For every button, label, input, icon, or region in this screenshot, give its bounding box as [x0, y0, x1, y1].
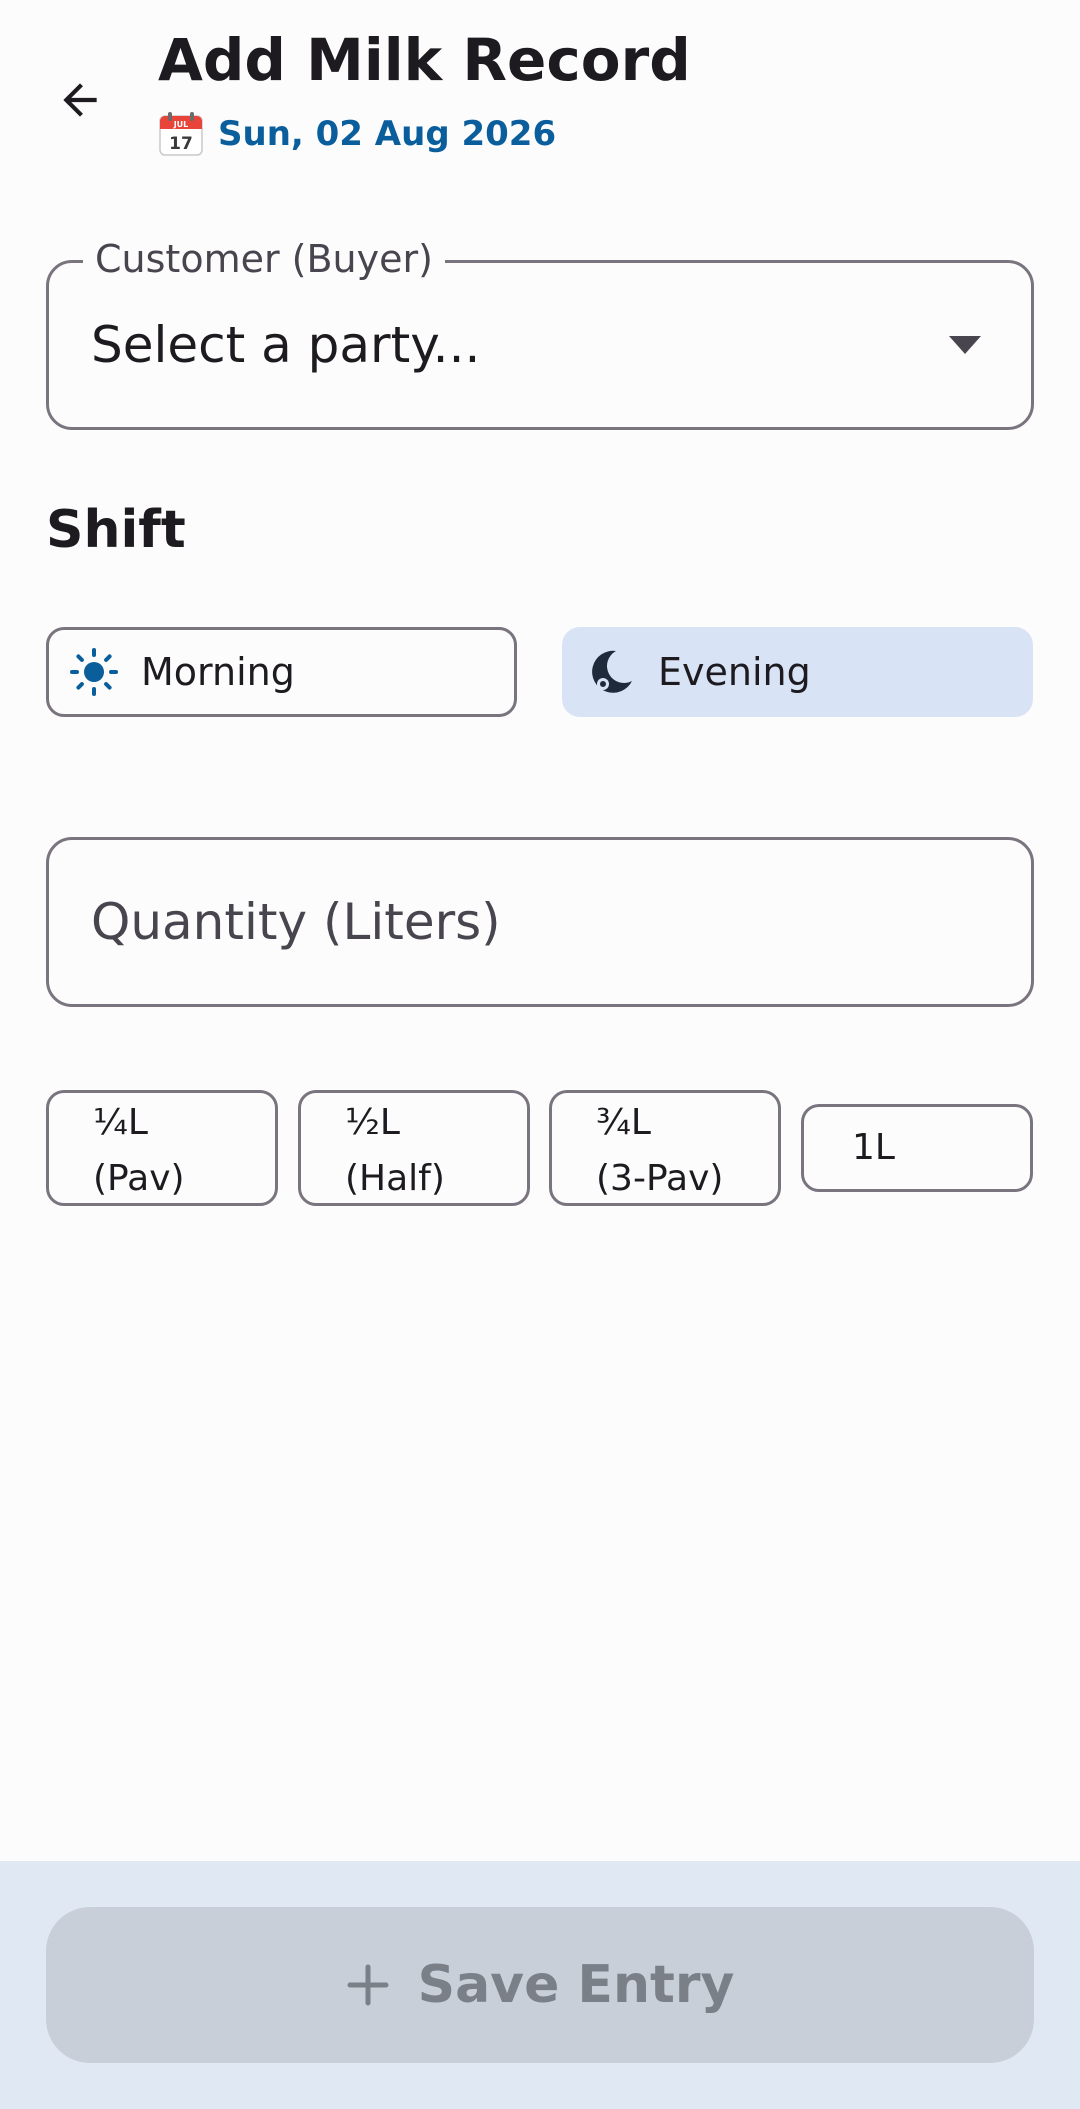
plus-icon [347, 1964, 389, 2006]
selected-date[interactable]: Sun, 02 Aug 2026 [218, 114, 556, 154]
moon-icon [592, 650, 632, 693]
preset-caption: (3-Pav) [596, 1158, 724, 1199]
save-entry-label: Save Entry [417, 1955, 735, 2015]
preset-three-quarter-liter-button[interactable]: ¾L (3-Pav) [549, 1090, 781, 1206]
calendar-icon: JUL 17 [159, 112, 203, 156]
sun-icon [70, 648, 118, 696]
dropdown-arrow-icon [949, 336, 981, 354]
back-button[interactable] [40, 60, 120, 140]
preset-caption: (Pav) [93, 1158, 185, 1199]
shift-evening-button[interactable]: Evening [562, 627, 1033, 717]
shift-morning-label: Morning [141, 650, 295, 694]
date-row: JUL 17 Sun, 02 Aug 2026 [158, 110, 556, 158]
calendar-month: JUL [173, 120, 189, 129]
shift-title: Shift [46, 500, 186, 560]
calendar-day: 17 [169, 134, 193, 154]
customer-value: Select a party... [91, 316, 481, 374]
preset-amount: ¾L [596, 1102, 651, 1143]
shift-evening-label: Evening [658, 650, 811, 694]
preset-quarter-liter-button[interactable]: ¼L (Pav) [46, 1090, 278, 1206]
shift-morning-button[interactable]: Morning [46, 627, 517, 717]
customer-label: Customer (Buyer) [83, 237, 445, 281]
preset-half-liter-button[interactable]: ½L (Half) [298, 1090, 530, 1206]
preset-amount: ¼L [93, 1102, 148, 1143]
preset-amount: ½L [345, 1102, 400, 1143]
preset-one-liter-button[interactable]: 1L [801, 1104, 1033, 1192]
customer-dropdown[interactable]: Customer (Buyer) Select a party... [46, 237, 1034, 430]
arrow-left-icon [63, 83, 97, 117]
preset-caption: (Half) [345, 1158, 445, 1199]
save-entry-button[interactable]: Save Entry [46, 1907, 1034, 2063]
quantity-input[interactable]: Quantity (Liters) [46, 837, 1034, 1007]
quantity-placeholder: Quantity (Liters) [91, 893, 501, 951]
page-title: Add Milk Record [158, 26, 691, 94]
app-bar: Add Milk Record JUL 17 Sun, 02 Aug 2026 [0, 0, 1080, 170]
bottom-bar: Save Entry [0, 1861, 1080, 2109]
preset-amount: 1L [852, 1127, 895, 1168]
